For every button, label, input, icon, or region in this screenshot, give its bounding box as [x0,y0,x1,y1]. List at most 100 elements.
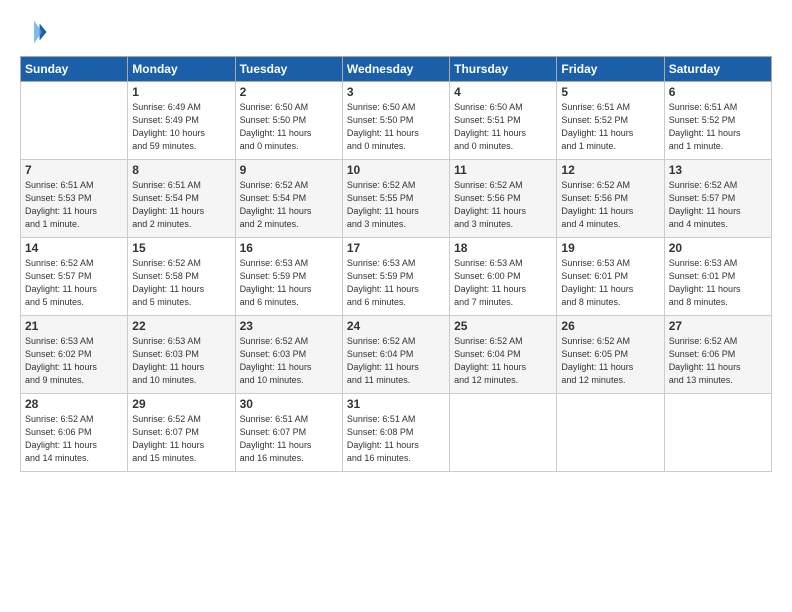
day-number: 21 [25,319,123,333]
calendar-cell: 18 Sunrise: 6:53 AM Sunset: 6:00 PM Dayli… [450,238,557,316]
week-row-4: 21Sunrise: 6:53 AM Sunset: 6:02 PM Dayli… [21,316,772,394]
week-row-1: 1 Sunrise: 6:49 AM Sunset: 5:49 PM Daylig… [21,82,772,160]
day-info: Sunrise: 6:53 AM Sunset: 6:03 PM Dayligh… [132,335,230,387]
calendar-cell: 7 Sunrise: 6:51 AM Sunset: 5:53 PM Daylig… [21,160,128,238]
logo [20,18,48,48]
day-number: 6 [669,85,767,99]
calendar-cell: 26Sunrise: 6:52 AM Sunset: 6:05 PM Dayli… [557,316,664,394]
calendar-cell: 13 Sunrise: 6:52 AM Sunset: 5:57 PM Dayli… [664,160,771,238]
calendar-cell: 25 Sunrise: 6:52 AM Sunset: 6:04 PM Dayli… [450,316,557,394]
calendar-cell: 24Sunrise: 6:52 AM Sunset: 6:04 PM Dayli… [342,316,449,394]
calendar-cell: 30 Sunrise: 6:51 AM Sunset: 6:07 PM Dayli… [235,394,342,472]
day-info: Sunrise: 6:53 AM Sunset: 6:01 PM Dayligh… [669,257,767,309]
day-info: Sunrise: 6:51 AM Sunset: 5:52 PM Dayligh… [561,101,659,153]
calendar-cell: 20 Sunrise: 6:53 AM Sunset: 6:01 PM Dayli… [664,238,771,316]
calendar-cell: 2 Sunrise: 6:50 AM Sunset: 5:50 PM Daylig… [235,82,342,160]
calendar-cell [21,82,128,160]
day-number: 17 [347,241,445,255]
calendar-cell: 10 Sunrise: 6:52 AM Sunset: 5:55 PM Dayli… [342,160,449,238]
day-number: 11 [454,163,552,177]
calendar-cell: 4 Sunrise: 6:50 AM Sunset: 5:51 PM Daylig… [450,82,557,160]
calendar-cell: 5 Sunrise: 6:51 AM Sunset: 5:52 PM Daylig… [557,82,664,160]
page-container: SundayMondayTuesdayWednesdayThursdayFrid… [0,0,792,482]
day-info: Sunrise: 6:52 AM Sunset: 6:04 PM Dayligh… [454,335,552,387]
day-number: 25 [454,319,552,333]
day-number: 22 [132,319,230,333]
col-header-monday: Monday [128,57,235,82]
calendar-cell: 22 Sunrise: 6:53 AM Sunset: 6:03 PM Dayli… [128,316,235,394]
calendar-cell: 9Sunrise: 6:52 AM Sunset: 5:54 PM Daylig… [235,160,342,238]
calendar-cell: 16 Sunrise: 6:53 AM Sunset: 5:59 PM Dayli… [235,238,342,316]
day-number: 2 [240,85,338,99]
week-row-5: 28 Sunrise: 6:52 AM Sunset: 6:06 PM Dayli… [21,394,772,472]
day-info: Sunrise: 6:52 AM Sunset: 6:03 PM Dayligh… [240,335,338,387]
day-info: Sunrise: 6:52 AM Sunset: 6:06 PM Dayligh… [669,335,767,387]
day-number: 5 [561,85,659,99]
day-number: 9 [240,163,338,177]
day-info: Sunrise: 6:53 AM Sunset: 5:59 PM Dayligh… [240,257,338,309]
header [20,18,772,48]
day-info: Sunrise: 6:51 AM Sunset: 5:53 PM Dayligh… [25,179,123,231]
day-info: Sunrise: 6:52 AM Sunset: 5:55 PM Dayligh… [347,179,445,231]
day-info: Sunrise: 6:51 AM Sunset: 5:54 PM Dayligh… [132,179,230,231]
day-info: Sunrise: 6:53 AM Sunset: 5:59 PM Dayligh… [347,257,445,309]
day-info: Sunrise: 6:52 AM Sunset: 5:57 PM Dayligh… [25,257,123,309]
calendar-cell: 23Sunrise: 6:52 AM Sunset: 6:03 PM Dayli… [235,316,342,394]
day-info: Sunrise: 6:52 AM Sunset: 6:06 PM Dayligh… [25,413,123,465]
calendar-cell: 29 Sunrise: 6:52 AM Sunset: 6:07 PM Dayli… [128,394,235,472]
day-number: 8 [132,163,230,177]
day-number: 27 [669,319,767,333]
calendar-cell: 17 Sunrise: 6:53 AM Sunset: 5:59 PM Dayli… [342,238,449,316]
day-info: Sunrise: 6:52 AM Sunset: 5:56 PM Dayligh… [561,179,659,231]
calendar-cell [450,394,557,472]
day-number: 4 [454,85,552,99]
day-info: Sunrise: 6:53 AM Sunset: 6:01 PM Dayligh… [561,257,659,309]
calendar-cell: 3Sunrise: 6:50 AM Sunset: 5:50 PM Daylig… [342,82,449,160]
calendar-cell: 8 Sunrise: 6:51 AM Sunset: 5:54 PM Daylig… [128,160,235,238]
calendar-cell: 6 Sunrise: 6:51 AM Sunset: 5:52 PM Daylig… [664,82,771,160]
week-row-2: 7 Sunrise: 6:51 AM Sunset: 5:53 PM Daylig… [21,160,772,238]
day-number: 19 [561,241,659,255]
day-info: Sunrise: 6:53 AM Sunset: 6:00 PM Dayligh… [454,257,552,309]
col-header-thursday: Thursday [450,57,557,82]
day-info: Sunrise: 6:52 AM Sunset: 5:58 PM Dayligh… [132,257,230,309]
col-header-sunday: Sunday [21,57,128,82]
day-info: Sunrise: 6:51 AM Sunset: 6:07 PM Dayligh… [240,413,338,465]
calendar-cell: 11 Sunrise: 6:52 AM Sunset: 5:56 PM Dayli… [450,160,557,238]
logo-icon [20,18,48,46]
col-header-tuesday: Tuesday [235,57,342,82]
day-info: Sunrise: 6:52 AM Sunset: 5:56 PM Dayligh… [454,179,552,231]
col-header-wednesday: Wednesday [342,57,449,82]
day-info: Sunrise: 6:50 AM Sunset: 5:51 PM Dayligh… [454,101,552,153]
calendar-table: SundayMondayTuesdayWednesdayThursdayFrid… [20,56,772,472]
day-info: Sunrise: 6:52 AM Sunset: 6:05 PM Dayligh… [561,335,659,387]
day-number: 29 [132,397,230,411]
day-number: 15 [132,241,230,255]
day-info: Sunrise: 6:49 AM Sunset: 5:49 PM Dayligh… [132,101,230,153]
day-info: Sunrise: 6:51 AM Sunset: 6:08 PM Dayligh… [347,413,445,465]
day-number: 28 [25,397,123,411]
day-number: 12 [561,163,659,177]
day-info: Sunrise: 6:52 AM Sunset: 6:07 PM Dayligh… [132,413,230,465]
day-info: Sunrise: 6:52 AM Sunset: 6:04 PM Dayligh… [347,335,445,387]
day-info: Sunrise: 6:52 AM Sunset: 5:57 PM Dayligh… [669,179,767,231]
day-number: 16 [240,241,338,255]
calendar-cell [557,394,664,472]
day-number: 10 [347,163,445,177]
calendar-cell [664,394,771,472]
day-number: 13 [669,163,767,177]
day-info: Sunrise: 6:51 AM Sunset: 5:52 PM Dayligh… [669,101,767,153]
day-number: 7 [25,163,123,177]
day-info: Sunrise: 6:50 AM Sunset: 5:50 PM Dayligh… [347,101,445,153]
day-number: 14 [25,241,123,255]
day-info: Sunrise: 6:50 AM Sunset: 5:50 PM Dayligh… [240,101,338,153]
calendar-cell: 14 Sunrise: 6:52 AM Sunset: 5:57 PM Dayli… [21,238,128,316]
day-number: 1 [132,85,230,99]
col-header-friday: Friday [557,57,664,82]
week-row-3: 14 Sunrise: 6:52 AM Sunset: 5:57 PM Dayli… [21,238,772,316]
calendar-cell: 19 Sunrise: 6:53 AM Sunset: 6:01 PM Dayli… [557,238,664,316]
day-number: 20 [669,241,767,255]
day-number: 18 [454,241,552,255]
header-row: SundayMondayTuesdayWednesdayThursdayFrid… [21,57,772,82]
day-number: 30 [240,397,338,411]
